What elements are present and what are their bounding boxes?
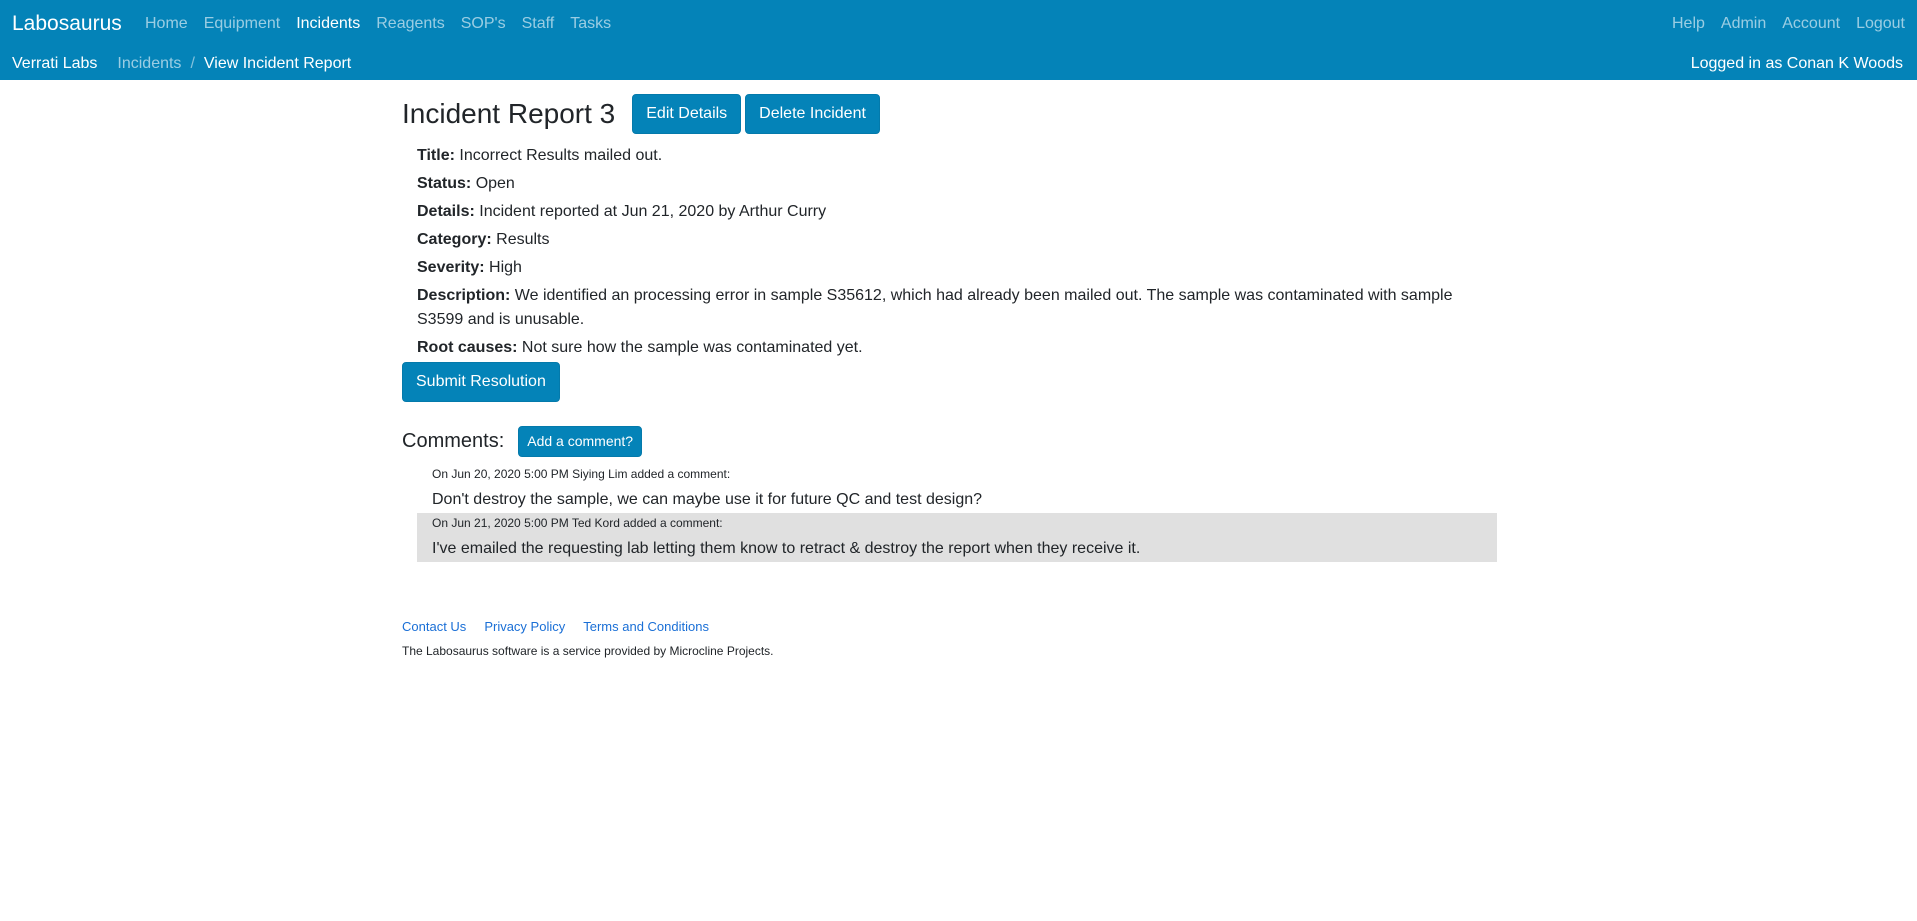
comment-text: I've emailed the requesting lab letting … — [432, 539, 1141, 557]
comment-item: On Jun 21, 2020 5:00 PM Ted Kord added a… — [417, 512, 1497, 562]
breadcrumb: Verrati Labs Incidents / View Incident R… — [12, 54, 351, 73]
edit-details-button[interactable]: Edit Details — [632, 94, 742, 134]
field-title: Title: Incorrect Results mailed out. — [417, 144, 1477, 168]
breadcrumb-separator: / — [190, 55, 195, 72]
field-value: Incident reported at Jun 21, 2020 by Art… — [479, 203, 827, 220]
field-label: Details: — [417, 203, 475, 220]
nav-item-equipment[interactable]: Equipment — [204, 14, 281, 33]
footer-link-terms[interactable]: Terms and Conditions — [583, 619, 709, 635]
submit-row: Submit Resolution — [402, 361, 1498, 402]
field-label: Root causes: — [417, 338, 518, 356]
field-value: Open — [475, 175, 515, 192]
field-status: Status: Open — [417, 172, 1477, 196]
field-category: Category: Results — [417, 228, 1477, 252]
top-navbar: Labosaurus Home Equipment Incidents Reag… — [0, 0, 1917, 80]
field-root-causes: Root causes: Not sure how the sample was… — [417, 336, 1477, 360]
nav-item-account[interactable]: Account — [1782, 14, 1840, 33]
incident-header: Incident Report 3 Edit Details Delete In… — [402, 94, 1498, 134]
comments-title: Comments: — [402, 430, 505, 452]
field-severity: Severity: High — [417, 256, 1477, 280]
field-value: High — [489, 259, 522, 276]
breadcrumb-incidents[interactable]: Incidents — [117, 54, 181, 73]
main-content: Incident Report 3 Edit Details Delete In… — [402, 80, 1498, 659]
login-status: Logged in as Conan K Woods — [1690, 55, 1903, 72]
field-value: Results — [496, 231, 550, 248]
delete-incident-button[interactable]: Delete Incident — [745, 94, 880, 134]
main-nav: Labosaurus Home Equipment Incidents Reag… — [0, 0, 1917, 46]
nav-links-right: Help Admin Account Logout — [1656, 14, 1905, 33]
field-label: Title: — [417, 147, 455, 164]
field-label: Severity: — [417, 259, 485, 276]
nav-item-staff[interactable]: Staff — [522, 14, 555, 33]
breadcrumb-org[interactable]: Verrati Labs — [12, 54, 97, 73]
incident-fields: Title: Incorrect Results mailed out. Sta… — [402, 144, 1498, 359]
nav-links-left: Home Equipment Incidents Reagents SOP's … — [145, 14, 627, 33]
breadcrumb-current: View Incident Report — [203, 55, 352, 72]
nav-item-home[interactable]: Home — [145, 14, 188, 33]
brand-link[interactable]: Labosaurus — [12, 12, 122, 36]
footer-links: Contact Us Privacy Policy Terms and Cond… — [402, 619, 1498, 635]
page-title: Incident Report 3 — [402, 98, 616, 129]
field-label: Status: — [417, 175, 472, 192]
nav-item-help[interactable]: Help — [1672, 14, 1705, 33]
footer-link-contact[interactable]: Contact Us — [402, 619, 466, 635]
comment-meta: On Jun 20, 2020 5:00 PM Siying Lim added… — [432, 466, 731, 481]
nav-item-incidents[interactable]: Incidents — [296, 14, 360, 33]
submit-resolution-button[interactable]: Submit Resolution — [402, 361, 560, 402]
field-label: Category: — [417, 231, 492, 248]
field-description: Description: We identified an processing… — [417, 284, 1477, 331]
comments-header: Comments: Add a comment? — [402, 425, 1498, 457]
comment-meta: On Jun 21, 2020 5:00 PM Ted Kord added a… — [432, 515, 723, 530]
field-value: Incorrect Results mailed out. — [459, 147, 663, 164]
nav-item-sops[interactable]: SOP's — [461, 14, 506, 33]
field-value: We identified an processing error in sam… — [417, 287, 1453, 328]
nav-item-tasks[interactable]: Tasks — [570, 14, 611, 33]
footer-text: The Labosaurus software is a service pro… — [402, 643, 774, 658]
footer-link-privacy[interactable]: Privacy Policy — [484, 619, 565, 635]
nav-item-logout[interactable]: Logout — [1856, 14, 1905, 33]
nav-item-admin[interactable]: Admin — [1721, 14, 1766, 33]
nav-item-reagents[interactable]: Reagents — [376, 14, 445, 33]
field-details: Details: Incident reported at Jun 21, 20… — [417, 200, 1477, 224]
comment-text: Don't destroy the sample, we can maybe u… — [432, 490, 983, 508]
footer: Contact Us Privacy Policy Terms and Cond… — [402, 619, 1498, 659]
field-value: Not sure how the sample was contaminated… — [521, 338, 863, 356]
add-comment-button[interactable]: Add a comment? — [518, 425, 643, 457]
comment-list: On Jun 20, 2020 5:00 PM Siying Lim added… — [417, 464, 1497, 562]
comment-item: On Jun 20, 2020 5:00 PM Siying Lim added… — [417, 464, 1497, 513]
field-label: Description: — [417, 287, 511, 304]
sub-nav: Verrati Labs Incidents / View Incident R… — [0, 46, 1917, 80]
